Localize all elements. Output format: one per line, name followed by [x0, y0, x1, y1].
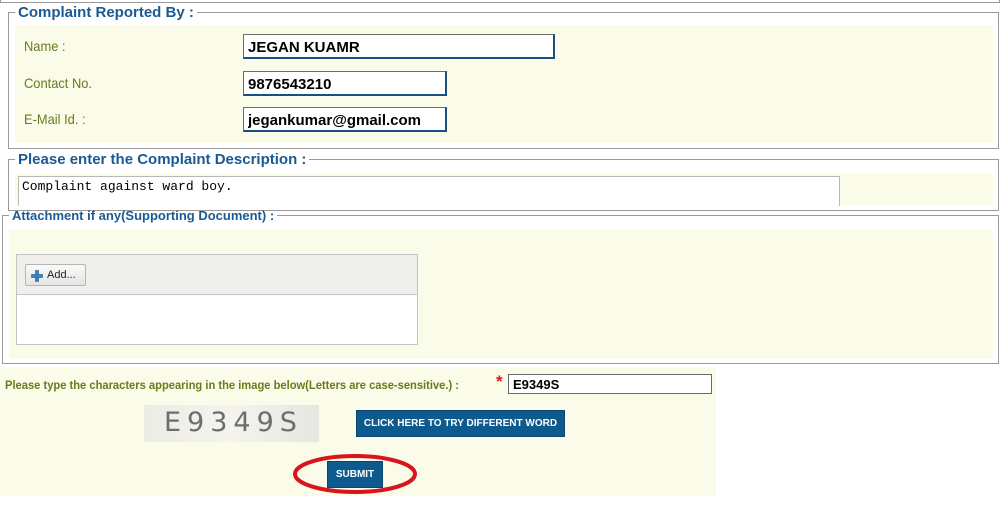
upload-toolbar: Add... [17, 255, 417, 295]
try-different-word-button[interactable]: CLICK HERE TO TRY DIFFERENT WORD [356, 410, 565, 437]
required-asterisk: * [496, 372, 503, 391]
highlight-ring [293, 454, 417, 494]
name-input[interactable] [243, 34, 555, 59]
captcha-input[interactable] [508, 374, 712, 394]
email-label: E-Mail Id. : [24, 111, 86, 127]
contact-input[interactable] [243, 71, 447, 96]
description-legend: Please enter the Complaint Description : [18, 151, 307, 168]
contact-label: Contact No. [24, 75, 93, 91]
captcha-prompt: Please type the characters appearing in … [5, 378, 460, 392]
email-input[interactable] [243, 107, 447, 132]
top-frame-line [0, 0, 1000, 3]
reported-by-legend: Complaint Reported By : [18, 4, 194, 21]
add-file-label: Add... [47, 269, 76, 281]
description-text: Complaint against ward boy. [22, 179, 233, 194]
upload-widget: Add... [16, 254, 418, 345]
plus-icon [31, 269, 43, 282]
add-file-button[interactable]: Add... [25, 264, 86, 286]
captcha-image: E9349S [144, 405, 319, 442]
attachment-legend: Attachment if any(Supporting Document) : [12, 208, 275, 223]
description-textarea[interactable]: Complaint against ward boy. [18, 176, 840, 206]
name-label: Name : [24, 38, 66, 54]
captcha-image-text: E9349S [164, 407, 303, 438]
